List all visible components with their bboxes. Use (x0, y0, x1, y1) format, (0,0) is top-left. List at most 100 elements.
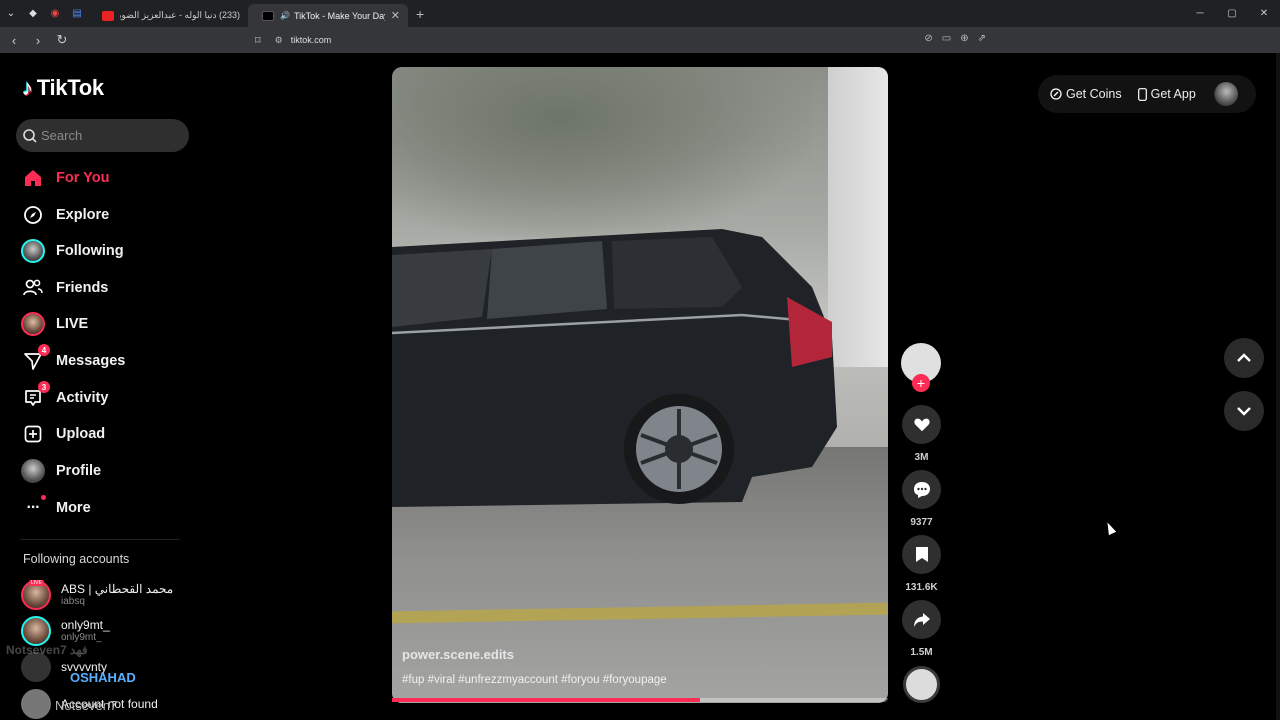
following-account-item[interactable]: LIVE ABS | محمد القحطاني iabsq (21, 580, 173, 610)
page-scrollbar[interactable] (1276, 53, 1280, 720)
share-count: 1.5M (910, 647, 933, 658)
more-icon: ··· (20, 495, 46, 521)
get-app-button[interactable]: Get App (1137, 87, 1196, 101)
next-video-button[interactable] (1224, 391, 1264, 431)
reload-button[interactable]: ↻ (52, 32, 72, 48)
previous-video-button[interactable] (1224, 338, 1264, 378)
sidebar-item-friends[interactable]: Friends (20, 273, 108, 303)
profile-avatar-icon (20, 458, 46, 484)
forward-button[interactable]: › (28, 33, 48, 48)
like-action[interactable]: 3M (901, 405, 942, 463)
compass-icon (20, 202, 46, 228)
avatar (21, 616, 51, 646)
url-field[interactable]: ⌑ ⚙ tiktok.com ⊘ ▭ ⊕ ⇗ (255, 29, 1000, 51)
media-off-icon[interactable]: ⊘ (924, 33, 932, 44)
tiktok-logo[interactable]: ♪ TikTok (22, 75, 104, 101)
url-action-icons: ⊘ ▭ ⊕ ⇗ (924, 33, 986, 44)
tab-menu-icon[interactable]: ⌄ (0, 0, 22, 27)
browser-tab-bar: ⌄ ◆ ◉ ▤ (233) دنيا الوله - عبدالعزيز الض… (0, 0, 1280, 27)
minimize-button[interactable]: ─ (1184, 0, 1216, 27)
zoom-icon[interactable]: ⊕ (960, 33, 968, 44)
mouse-cursor-icon (1103, 520, 1117, 536)
tiktok-favicon-icon (262, 10, 274, 21)
sidebar-item-messages[interactable]: 4 Messages (20, 344, 125, 376)
tiktok-note-icon: ♪ (22, 75, 33, 100)
tab-tiktok[interactable]: 🔊 TikTok - Make Your Day ✕ (248, 4, 408, 27)
sidebar-item-profile[interactable]: Profile (20, 456, 101, 486)
url-text: tiktok.com (290, 35, 332, 45)
sidebar-item-activity[interactable]: 3 Activity (20, 381, 108, 413)
maximize-button[interactable]: ▢ (1216, 0, 1248, 27)
docs-icon[interactable]: ▤ (66, 0, 88, 27)
tiktok-app: ♪ TikTok Search For You Explore Followin… (0, 53, 1280, 720)
share-icon[interactable] (902, 600, 941, 639)
video-player[interactable] (392, 67, 888, 703)
car-illustration (392, 229, 837, 507)
chevron-up-icon (1237, 353, 1251, 362)
close-window-button[interactable]: ✕ (1248, 0, 1280, 27)
activity-icon: 3 (20, 381, 50, 411)
upload-icon (20, 421, 46, 447)
sidebar-item-upload[interactable]: Upload (20, 419, 105, 449)
search-icon (23, 128, 37, 143)
heart-icon[interactable] (902, 405, 941, 444)
sound-disc[interactable] (903, 666, 940, 703)
window-controls: ─ ▢ ✕ (1184, 0, 1280, 27)
video-progress-fill (392, 698, 700, 702)
video-progress-bar[interactable] (392, 698, 888, 702)
messages-icon: 4 (20, 344, 50, 374)
bookmark-icon[interactable]: ⌑ (255, 34, 261, 47)
user-avatar[interactable] (1213, 82, 1238, 106)
video-wall (828, 67, 888, 367)
avatar: LIVE (21, 580, 51, 610)
more-dot (41, 495, 46, 500)
sidebar-item-live[interactable]: LIVE (20, 309, 88, 339)
overlay-name: OSHAHAD (70, 670, 136, 685)
following-avatar-icon (20, 238, 46, 264)
get-coins-button[interactable]: Get Coins (1050, 87, 1122, 101)
share-action[interactable]: 1.5M (901, 600, 942, 658)
live-avatar-icon (20, 311, 46, 337)
comment-count: 9377 (910, 517, 933, 528)
video-trees (392, 67, 812, 237)
tab-youtube[interactable]: (233) دنيا الوله - عبدالعزيز الضويحي / .… (88, 4, 248, 27)
brave-shield-tab-icon[interactable]: ◆ (22, 0, 44, 27)
following-account-item[interactable]: only9mt_ only9mt_ (21, 616, 110, 646)
sidebar-item-for-you[interactable]: For You (20, 163, 109, 193)
friends-icon (20, 275, 46, 301)
messages-badge: 4 (38, 344, 50, 356)
record-icon[interactable]: ◉ (44, 0, 66, 27)
bookmark-icon[interactable] (902, 535, 941, 574)
comment-icon[interactable] (902, 470, 941, 509)
address-bar-row: ‹ › ↻ ⌑ ⚙ tiktok.com ⊘ ▭ ⊕ ⇗ ▤ ♫ ◧ ▣ ✦ ⛉… (0, 27, 1280, 73)
overlay-name: Notseven7 (55, 698, 118, 713)
video-username[interactable]: power.scene.edits (402, 647, 514, 662)
following-accounts-title: Following accounts (23, 552, 130, 566)
cast-icon[interactable]: ▭ (942, 33, 951, 44)
video-caption[interactable]: #fup #viral #unfrezzmyaccount #foryou #f… (402, 674, 667, 686)
header-actions: Get Coins Get App (1038, 75, 1256, 113)
activity-badge: 3 (38, 381, 50, 393)
comment-action[interactable]: 9377 (901, 470, 942, 528)
chevron-down-icon (1237, 407, 1251, 416)
sidebar-item-explore[interactable]: Explore (20, 200, 109, 230)
sidebar-item-following[interactable]: Following (20, 236, 124, 266)
new-tab-button[interactable]: + (416, 6, 424, 22)
youtube-icon (102, 10, 114, 21)
save-action[interactable]: 131.6K (901, 535, 942, 593)
follow-plus-button[interactable]: + (912, 374, 930, 392)
back-button[interactable]: ‹ (4, 33, 24, 48)
search-input[interactable]: Search (16, 119, 189, 152)
avatar (21, 689, 51, 719)
overlay-name-faded: Notseven7 فهد (6, 643, 88, 657)
brand-name: TikTok (36, 75, 104, 100)
like-count: 3M (914, 452, 929, 463)
share-icon[interactable]: ⇗ (978, 33, 986, 44)
speaker-icon[interactable]: 🔊 (280, 11, 290, 20)
sidebar-item-more[interactable]: ··· More (20, 493, 91, 523)
coin-icon (1050, 88, 1062, 100)
save-count: 131.6K (905, 582, 938, 593)
close-tab-icon[interactable]: ✕ (391, 9, 400, 22)
sidebar-divider (20, 539, 180, 540)
site-info-icon[interactable]: ⚙ (275, 35, 283, 46)
